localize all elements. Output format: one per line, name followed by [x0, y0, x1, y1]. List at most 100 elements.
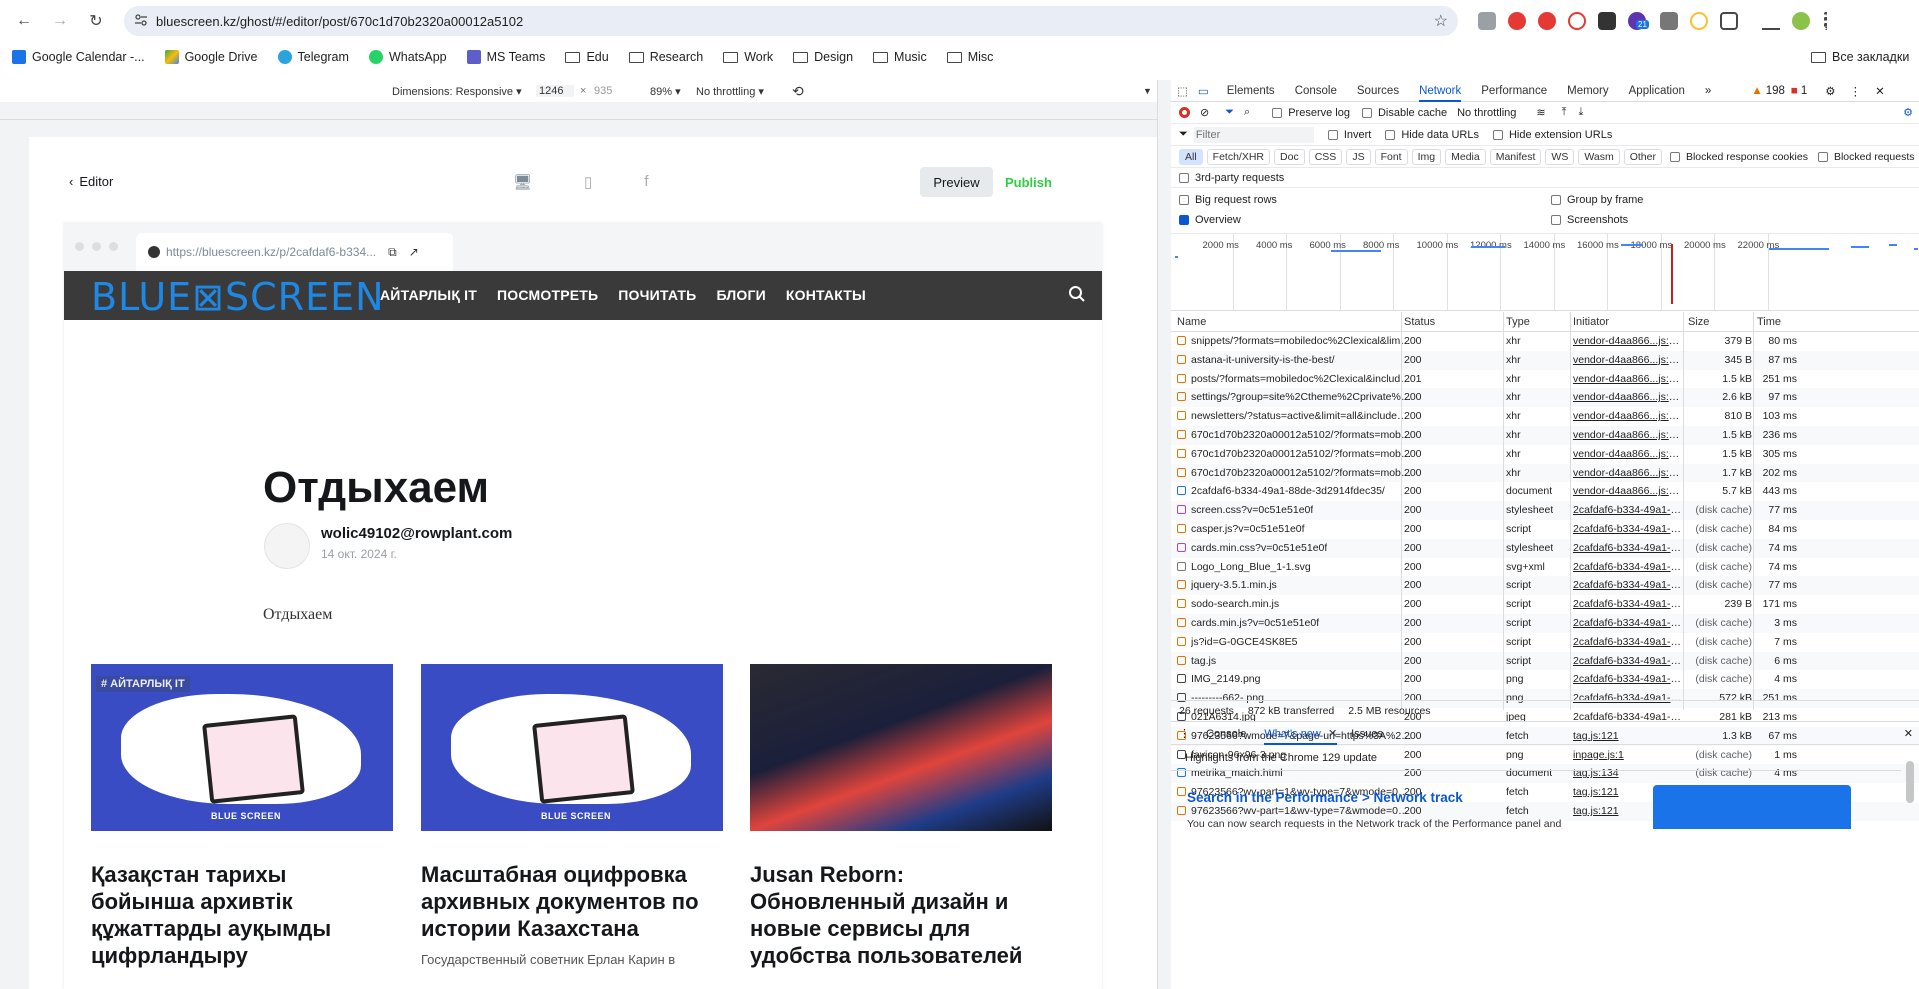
site-logo[interactable]: BLUE⊠SCREEN: [91, 275, 385, 319]
copy-icon[interactable]: ⧉: [388, 245, 397, 260]
settings-gear-icon[interactable]: ⚙: [1825, 84, 1835, 98]
tab-elements[interactable]: Elements: [1227, 85, 1275, 97]
author-avatar[interactable]: [264, 523, 310, 569]
record-icon[interactable]: [1179, 107, 1190, 118]
request-name[interactable]: newsletters/?status=active&limit=all&inc…: [1191, 410, 1413, 422]
drawer-tab-console[interactable]: Console: [1206, 728, 1246, 740]
request-name[interactable]: js?id=G-0GCE4SK8E5: [1191, 636, 1298, 648]
request-initiator[interactable]: vendor-d4aa866...js:492: [1573, 335, 1683, 347]
request-name[interactable]: posts/?formats=mobiledoc%2Clexical&inclu…: [1191, 373, 1413, 385]
nav-link-blogs[interactable]: БЛОГИ: [716, 287, 765, 303]
extension-icon-6[interactable]: 21: [1628, 12, 1649, 30]
tab-performance[interactable]: Performance: [1481, 85, 1547, 97]
chip-media[interactable]: Media: [1445, 148, 1486, 165]
request-initiator[interactable]: vendor-d4aa866...js:492: [1573, 429, 1683, 441]
devtools-resize-handle[interactable]: [1157, 80, 1171, 989]
close-tab-icon[interactable]: ✕: [1328, 728, 1337, 740]
group-by-frame-checkbox[interactable]: [1551, 195, 1561, 206]
drawer-scrollbar[interactable]: [1906, 761, 1914, 803]
chip-ws[interactable]: WS: [1545, 148, 1575, 165]
wifi-icon[interactable]: ≋: [1536, 106, 1545, 119]
preserve-log-checkbox[interactable]: [1272, 107, 1283, 118]
filter-input[interactable]: [1193, 126, 1314, 143]
device-menu-icon[interactable]: ▼: [1143, 86, 1152, 96]
zoom-select[interactable]: 89% ▾: [650, 85, 681, 98]
import-icon[interactable]: ⤒: [1562, 106, 1567, 119]
col-time[interactable]: Time: [1757, 316, 1781, 328]
bookmark-folder-edu[interactable]: Edu: [565, 50, 609, 64]
request-initiator[interactable]: vendor-d4aa866...js:492: [1573, 410, 1683, 422]
inspect-icon[interactable]: ⬚: [1177, 84, 1188, 98]
height-input[interactable]: 935: [594, 85, 612, 97]
col-size[interactable]: Size: [1688, 316, 1709, 328]
table-row[interactable]: js?id=G-0GCE4SK8E5 200 script 2cafdaf6-b334…: [1171, 633, 1919, 652]
extension-icon-4[interactable]: [1568, 12, 1586, 30]
bookmark-folder-work[interactable]: Work: [723, 50, 773, 64]
whats-new-title[interactable]: Search in the Performance > Network trac…: [1187, 790, 1463, 805]
chip-font[interactable]: Font: [1374, 148, 1408, 165]
third-party-checkbox[interactable]: [1179, 172, 1189, 183]
request-initiator[interactable]: 2cafdaf6-b334-49a1-88de-3: [1573, 655, 1683, 667]
request-name[interactable]: 670c1d70b2320a00012a5102/?formats=mobile…: [1191, 467, 1413, 479]
chip-all[interactable]: All: [1179, 148, 1203, 165]
table-row[interactable]: casper.js?v=0c51e51e0f 200 script 2cafdaf6-…: [1171, 520, 1919, 539]
request-initiator[interactable]: 2cafdaf6-b334-49a1-88de-3: [1573, 523, 1683, 535]
tab-console[interactable]: Console: [1295, 85, 1337, 97]
table-row[interactable]: tag.js 200 script 2cafdaf6-b334-49a1-88de-3…: [1171, 651, 1919, 671]
extension-icon-5[interactable]: [1598, 12, 1616, 30]
desktop-icon[interactable]: 🖥: [513, 173, 532, 191]
table-row[interactable]: cards.min.css?v=0c51e51e0f 200 stylesheet 2…: [1171, 538, 1919, 558]
bookmark-google-calendar[interactable]: Google Calendar -...: [12, 50, 145, 64]
chip-fetch-xhr[interactable]: Fetch/XHR: [1206, 148, 1271, 165]
hide-extension-urls-checkbox[interactable]: [1492, 129, 1503, 140]
warning-icon[interactable]: ▲: [1751, 85, 1762, 97]
chip-doc[interactable]: Doc: [1274, 148, 1305, 165]
network-overview-timeline[interactable]: 2000 ms4000 ms6000 ms8000 ms10000 ms1200…: [1171, 234, 1919, 311]
request-name[interactable]: Logo_Long_Blue_1-1.svg: [1191, 561, 1311, 573]
request-initiator[interactable]: 2cafdaf6-b334-49a1-88de-3: [1573, 617, 1683, 629]
bookmark-folder-design[interactable]: Design: [793, 50, 853, 64]
tab-memory[interactable]: Memory: [1567, 85, 1609, 97]
export-icon[interactable]: ⤓: [1578, 106, 1583, 119]
device-toggle-icon[interactable]: ▭: [1198, 84, 1209, 98]
more-tabs-icon[interactable]: »: [1705, 85, 1711, 97]
nav-link-aytarlyk[interactable]: АЙТАРЛЫҚ IT: [380, 287, 477, 303]
warning-count[interactable]: 198: [1766, 85, 1785, 97]
request-name[interactable]: cards.min.css?v=0c51e51e0f: [1191, 542, 1327, 554]
bookmark-google-drive[interactable]: Google Drive: [164, 50, 258, 64]
table-row[interactable]: 670c1d70b2320a00012a5102/?formats=mobile…: [1171, 425, 1919, 445]
rotate-icon[interactable]: ⟲: [792, 83, 804, 100]
chip-wasm[interactable]: Wasm: [1578, 148, 1620, 165]
tab-network[interactable]: Network: [1419, 80, 1462, 102]
overview-checkbox[interactable]: [1179, 215, 1189, 226]
publish-button[interactable]: Publish: [1005, 167, 1052, 197]
table-row[interactable]: 670c1d70b2320a00012a5102/?formats=mobile…: [1171, 463, 1919, 483]
request-name[interactable]: 670c1d70b2320a00012a5102/?formats=mobile…: [1191, 429, 1413, 441]
dimensions-select[interactable]: Dimensions: Responsive ▾: [392, 85, 522, 98]
screenshots-checkbox[interactable]: [1551, 215, 1561, 226]
bookmark-folder-music[interactable]: Music: [873, 50, 927, 64]
reload-button[interactable]: ↻: [82, 7, 110, 35]
nav-link-contacts[interactable]: КОНТАКТЫ: [786, 287, 866, 303]
all-bookmarks[interactable]: Все закладки: [1811, 50, 1909, 64]
invert-checkbox[interactable]: [1327, 129, 1338, 140]
search-icon[interactable]: ⌕: [1244, 106, 1250, 119]
network-settings-icon[interactable]: ⚙: [1903, 106, 1913, 119]
search-icon[interactable]: [1068, 285, 1086, 303]
request-initiator[interactable]: 2cafdaf6-b334-49a1-88de-3: [1573, 636, 1683, 648]
request-name[interactable]: snippets/?formats=mobiledoc%2Clexical&li…: [1191, 335, 1413, 347]
chip-css[interactable]: CSS: [1308, 148, 1343, 165]
extension-icon-1[interactable]: [1478, 12, 1496, 30]
table-row[interactable]: IMG_2149.png 200 png 2cafdaf6-b334-49a1-88d…: [1171, 670, 1919, 689]
table-row[interactable]: screen.css?v=0c51e51e0f 200 stylesheet 2caf…: [1171, 501, 1919, 520]
request-name[interactable]: screen.css?v=0c51e51e0f: [1191, 504, 1313, 516]
table-row[interactable]: astana-it-university-is-the-best/200 xhr v…: [1171, 350, 1919, 370]
request-initiator[interactable]: 2cafdaf6-b334-49a1-88de-3: [1573, 542, 1683, 554]
extensions-puzzle-icon[interactable]: [1720, 12, 1738, 30]
drawer-tab-whats-new[interactable]: What's new ✕: [1264, 722, 1338, 745]
request-initiator[interactable]: 2cafdaf6-b334-49a1-88de-3: [1573, 504, 1683, 516]
col-initiator[interactable]: Initiator: [1573, 316, 1609, 328]
tab-sources[interactable]: Sources: [1357, 85, 1399, 97]
request-initiator[interactable]: vendor-d4aa866...js:492: [1573, 391, 1683, 403]
adblock-icon[interactable]: [1538, 12, 1556, 30]
